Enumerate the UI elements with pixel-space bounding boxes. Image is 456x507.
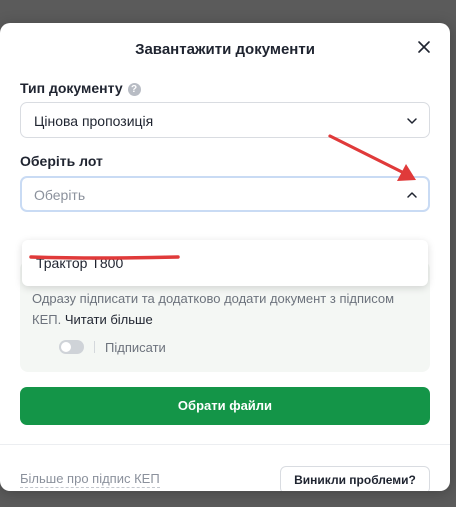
choose-files-button[interactable]: Обрати файли <box>20 387 430 425</box>
toggle-divider <box>94 341 95 353</box>
doc-type-label: Тип документу? <box>20 80 141 96</box>
doc-type-label-text: Тип документу <box>20 80 123 96</box>
question-circle-icon[interactable]: ? <box>127 83 141 96</box>
doc-type-value: Цінова пропозиція <box>34 113 154 129</box>
lot-option-tractor[interactable]: Трактор Т800 <box>36 255 123 271</box>
lot-placeholder: Оберіть <box>34 187 86 203</box>
close-button[interactable] <box>415 38 433 56</box>
sign-info-text: Одразу підписати та додатково додати док… <box>32 288 412 330</box>
modal-title: Завантажити документи <box>135 41 315 58</box>
sign-toggle-label: Підписати <box>105 340 166 355</box>
sign-toggle-knob <box>61 342 71 352</box>
chevron-down-icon <box>407 118 417 124</box>
sign-toggle[interactable] <box>59 340 84 354</box>
lot-label: Оберіть лот <box>20 153 103 169</box>
problems-button[interactable]: Виникли проблеми? <box>280 466 430 491</box>
lot-select[interactable]: Оберіть <box>20 176 430 212</box>
lot-dropdown-menu: Трактор Т800 <box>22 240 428 286</box>
read-more-link[interactable]: Читати більше <box>65 312 153 327</box>
close-icon <box>418 41 430 53</box>
chevron-up-icon <box>407 192 417 198</box>
footer-divider <box>0 444 450 445</box>
doc-type-select[interactable]: Цінова пропозиція <box>20 102 430 138</box>
kep-info-link[interactable]: Більше про підпис КЕП <box>20 471 160 488</box>
upload-documents-modal: Завантажити документи Тип документу? Цін… <box>0 23 450 491</box>
